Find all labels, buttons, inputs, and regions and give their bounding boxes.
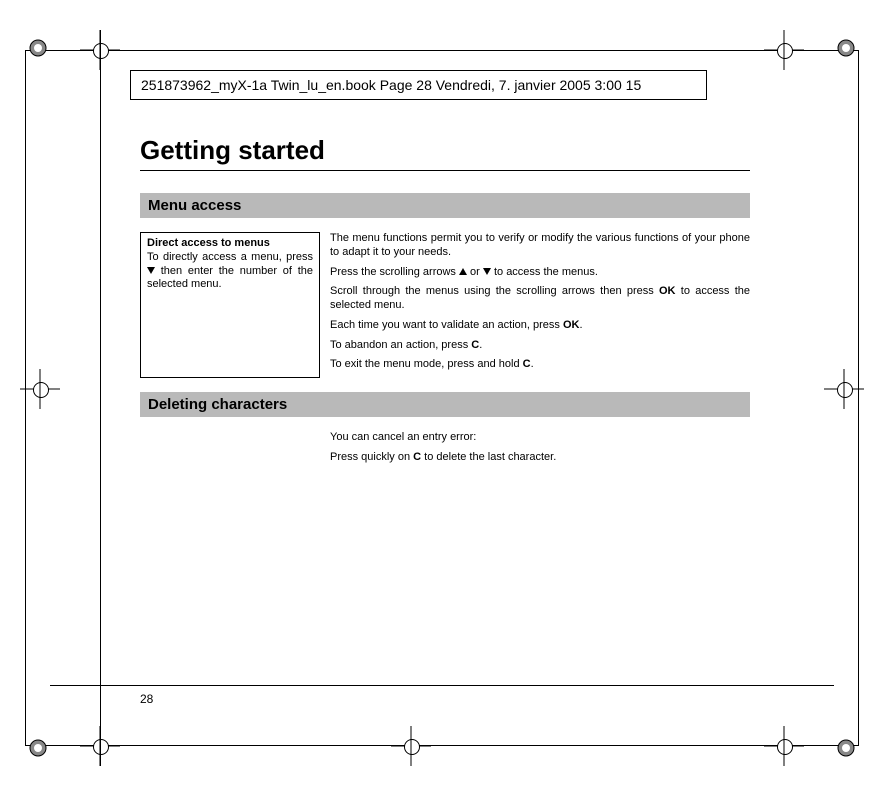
section-heading-deleting: Deleting characters xyxy=(140,392,750,417)
text-frag: or xyxy=(467,266,483,278)
text-frag: to access the menus. xyxy=(491,266,598,278)
text-frag: To exit the menu mode, press and hold xyxy=(330,358,523,370)
page-number: 28 xyxy=(140,692,153,706)
aside-body-part1: To directly access a menu, press xyxy=(147,251,313,263)
crosshair-icon xyxy=(391,726,431,766)
text-bold: OK xyxy=(563,319,580,331)
paragraph: Scroll through the menus using the scrol… xyxy=(330,285,750,313)
footer-rule xyxy=(50,685,834,686)
text-frag: Press quickly on xyxy=(330,451,413,463)
paragraph: Press the scrolling arrows or to access … xyxy=(330,266,750,280)
registration-mark-icon xyxy=(28,738,48,758)
registration-mark-icon xyxy=(836,738,856,758)
text-frag: Scroll through the menus using the scrol… xyxy=(330,285,659,297)
title-rule xyxy=(140,170,750,171)
text-bold: C xyxy=(413,451,421,463)
up-arrow-icon xyxy=(459,268,467,275)
aside-body-part2: then enter the number of the selected me… xyxy=(147,265,313,291)
content-area: Getting started Menu access Direct acces… xyxy=(140,135,750,471)
down-arrow-icon xyxy=(147,267,155,274)
text-frag: Each time you want to validate an action… xyxy=(330,319,563,331)
paragraph: You can cancel an entry error: xyxy=(330,431,750,445)
down-arrow-icon xyxy=(483,268,491,275)
guide-line xyxy=(100,30,101,766)
crosshair-icon xyxy=(764,30,804,70)
registration-mark-icon xyxy=(28,38,48,58)
section-heading-menu-access: Menu access xyxy=(140,193,750,218)
paragraph: Press quickly on C to delete the last ch… xyxy=(330,451,750,465)
paragraph: To abandon an action, press C. xyxy=(330,339,750,353)
menu-access-body: The menu functions permit you to verify … xyxy=(330,232,750,378)
paragraph: The menu functions permit you to verify … xyxy=(330,232,750,260)
paragraph: Each time you want to validate an action… xyxy=(330,319,750,333)
crosshair-icon xyxy=(764,726,804,766)
text-frag: . xyxy=(579,319,582,331)
page-title: Getting started xyxy=(140,135,750,166)
page-frame: 251873962_myX-1a Twin_lu_en.book Page 28… xyxy=(20,30,864,766)
text-frag: To abandon an action, press xyxy=(330,339,471,351)
header-text: 251873962_myX-1a Twin_lu_en.book Page 28… xyxy=(141,77,641,93)
crosshair-icon xyxy=(824,369,864,409)
registration-mark-icon xyxy=(836,38,856,58)
text-frag: . xyxy=(531,358,534,370)
header-info-box: 251873962_myX-1a Twin_lu_en.book Page 28… xyxy=(130,70,707,100)
text-bold: OK xyxy=(659,285,676,297)
text-frag: Press the scrolling arrows xyxy=(330,266,459,278)
deleting-body: You can cancel an entry error: Press qui… xyxy=(330,431,750,465)
text-bold: C xyxy=(523,358,531,370)
aside-direct-access: Direct access to menus To directly acces… xyxy=(140,232,320,378)
menu-access-row: Direct access to menus To directly acces… xyxy=(140,232,750,378)
aside-title: Direct access to menus xyxy=(147,237,313,251)
text-frag: to delete the last character. xyxy=(421,451,556,463)
paragraph: To exit the menu mode, press and hold C. xyxy=(330,358,750,372)
text-frag: . xyxy=(479,339,482,351)
crosshair-icon xyxy=(20,369,60,409)
